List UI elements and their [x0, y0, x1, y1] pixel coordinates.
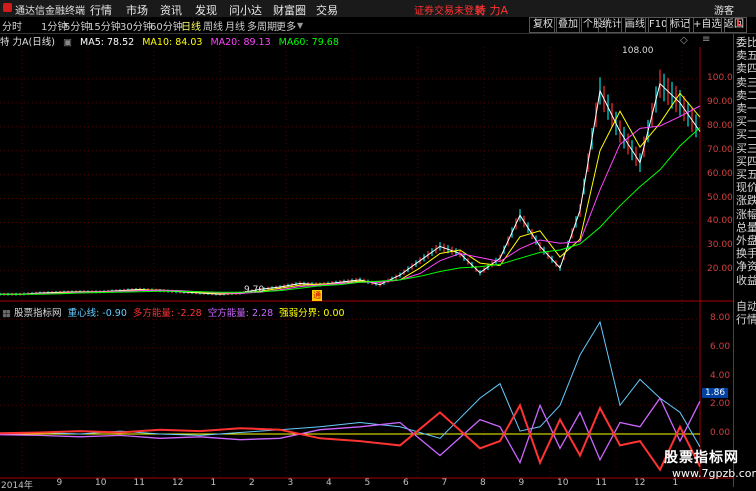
period-tab-intraday[interactable]: 分时 [2, 18, 22, 33]
chevron-down-icon[interactable]: ▼ [297, 21, 303, 30]
panel-tag[interactable]: L [736, 18, 742, 29]
menu-market[interactable]: 市场 [126, 2, 148, 18]
side-panel-item[interactable]: 涨幅 [736, 208, 756, 221]
side-panel-item[interactable]: 总量 [736, 221, 756, 234]
indicator-item-center: 重心线: -0.90 [67, 308, 127, 319]
menu-quotes[interactable]: 行情 [90, 2, 112, 18]
period-tab-60min[interactable]: 60分钟 [150, 18, 183, 33]
menu-news[interactable]: 资讯 [160, 2, 182, 18]
menu-icon[interactable]: ≡ [702, 34, 710, 45]
side-panel-item[interactable]: 买三 [736, 142, 756, 155]
indicator-current-value: 1.86 [702, 388, 729, 398]
price-tick-label: 80.00 [707, 120, 733, 131]
guest-label[interactable]: 游客 [714, 2, 734, 17]
menu-ask[interactable]: 问小达 [229, 2, 262, 18]
indicator-tick-label: 2.00 [710, 399, 731, 410]
quote-side-panel: L 委比 卖五 卖四 卖三 卖二 卖一 买一 买二 买三 买四 买五 现价 涨跌 涨幅 总量 外盘 换手 净资 收益… [733, 18, 756, 487]
series-line-ma60 [0, 127, 701, 295]
add-watchlist-button[interactable]: +自选 [689, 17, 726, 33]
price-tick-label: 70.00 [707, 144, 733, 155]
side-panel-item[interactable]: 买二 [736, 128, 756, 141]
series-line-ma5 [0, 82, 701, 295]
side-panel-item[interactable]: 换手 [736, 247, 756, 260]
side-panel-item[interactable]: 现价 [736, 181, 756, 194]
side-panel-item[interactable]: 买四 [736, 155, 756, 168]
period-tab-30min[interactable]: 30分钟 [120, 18, 153, 33]
price-tick-label: 90.00 [707, 96, 733, 107]
low-price-label: 9.70 [244, 285, 265, 295]
indicator-tick-label: 8.00 [710, 313, 731, 324]
price-ma-lines [0, 69, 701, 296]
period-tab-15min[interactable]: 15分钟 [88, 18, 121, 33]
series-line-ma20 [0, 105, 701, 295]
price-tick-label: 30.00 [707, 240, 733, 251]
indicator-item-bear: 空方能量: 2.28 [207, 308, 274, 319]
ma-info-line: 特 力A(日线) ▣ MA5: 78.52 MA10: 84.03 MA20: … [0, 34, 700, 48]
indicator-tick-label: 4.00 [710, 370, 731, 381]
side-panel-item[interactable]: 收益 [736, 274, 756, 287]
indicator-name: 股票指标网 [14, 308, 62, 319]
login-warning[interactable]: 证券交易未登录 [414, 2, 484, 17]
indicator-tick-label: 0.00 [710, 427, 731, 438]
indicator-lines [0, 320, 701, 472]
date-tick-label: 2014年 [1, 481, 33, 491]
watermark-title: 股票指标网 [664, 450, 739, 466]
period-tab-weekly[interactable]: 周线 [203, 18, 223, 33]
side-panel-item[interactable]: 卖四 [736, 62, 756, 75]
menu-trade[interactable]: 交易 [316, 2, 338, 18]
indicator-header: ▦ 股票指标网 重心线: -0.90 多方能量: -2.28 空方能量: 2.2… [2, 305, 345, 319]
watermark: 股票指标网 www.7gpzb.com [664, 447, 756, 487]
side-panel-item[interactable]: 卖一 [736, 102, 756, 115]
side-panel-item[interactable]: 委比 [736, 36, 756, 49]
period-tab-monthly[interactable]: 月线 [225, 18, 245, 33]
price-tick-label: 20.00 [707, 264, 733, 275]
event-marker[interactable]: 通 [312, 290, 322, 301]
indicator-item-bull: 多方能量: -2.28 [132, 308, 202, 319]
period-tab-more[interactable]: 更多 [276, 18, 296, 33]
period-tab-5min[interactable]: 5分钟 [64, 18, 90, 33]
menu-discover[interactable]: 发现 [195, 2, 217, 18]
side-panel-item[interactable]: 卖五 [736, 49, 756, 62]
side-panel-item[interactable]: 外盘 [736, 234, 756, 247]
menu-wealth[interactable]: 财富圈 [273, 2, 306, 18]
side-panel-item[interactable]: 涨跌 [736, 194, 756, 207]
bull-energy-line [0, 402, 701, 472]
title-bar: 通达信金融终端 行情 市场 资讯 发现 问小达 财富圈 交易 证券交易未登录 特… [0, 0, 756, 18]
indicator-tick-label: 6.00 [710, 341, 731, 352]
settings-icon[interactable]: ◇ [680, 35, 688, 46]
indicator-item-divider: 强弱分界: 0.00 [279, 308, 345, 319]
price-tick-label: 100.0 [707, 72, 733, 83]
grid-icon[interactable]: ▦ [2, 308, 11, 319]
side-panel-item[interactable]: 卖二 [736, 89, 756, 102]
chart-grid [0, 47, 733, 479]
period-tab-multi[interactable]: 多周期 [247, 18, 277, 33]
side-panel-item[interactable]: 卖三 [736, 76, 756, 89]
rights-adjust-button[interactable]: 复权 [529, 17, 557, 33]
bear-energy-line [0, 396, 701, 465]
overlay-button[interactable]: 叠加 [554, 17, 582, 33]
back-button[interactable]: 返回 [721, 17, 747, 33]
stock-name-title: 特 力A [475, 4, 509, 17]
period-toolbar: 分时 1分钟 5分钟 15分钟 30分钟 60分钟 日线 周线 月线 多周期 更… [0, 17, 756, 34]
app-logo-icon [3, 3, 12, 12]
watermark-url: www.7gpzb.com [672, 467, 756, 480]
price-tick-label: 60.00 [707, 168, 733, 179]
app-title: 通达信金融终端 [15, 6, 85, 17]
side-panel-item[interactable]: 买五 [736, 168, 756, 181]
kline-chart[interactable] [0, 47, 733, 487]
side-panel-item[interactable]: 买一 [736, 115, 756, 128]
high-price-label: 108.00 [622, 46, 654, 56]
side-panel-item[interactable]: 自动 [736, 300, 756, 313]
side-panel-item[interactable]: 行情 [736, 313, 756, 326]
price-tick-label: 40.00 [707, 216, 733, 227]
price-tick-label: 50.00 [707, 192, 733, 203]
period-tab-daily[interactable]: 日线 [181, 18, 201, 33]
side-panel-item[interactable]: 净资 [736, 260, 756, 273]
